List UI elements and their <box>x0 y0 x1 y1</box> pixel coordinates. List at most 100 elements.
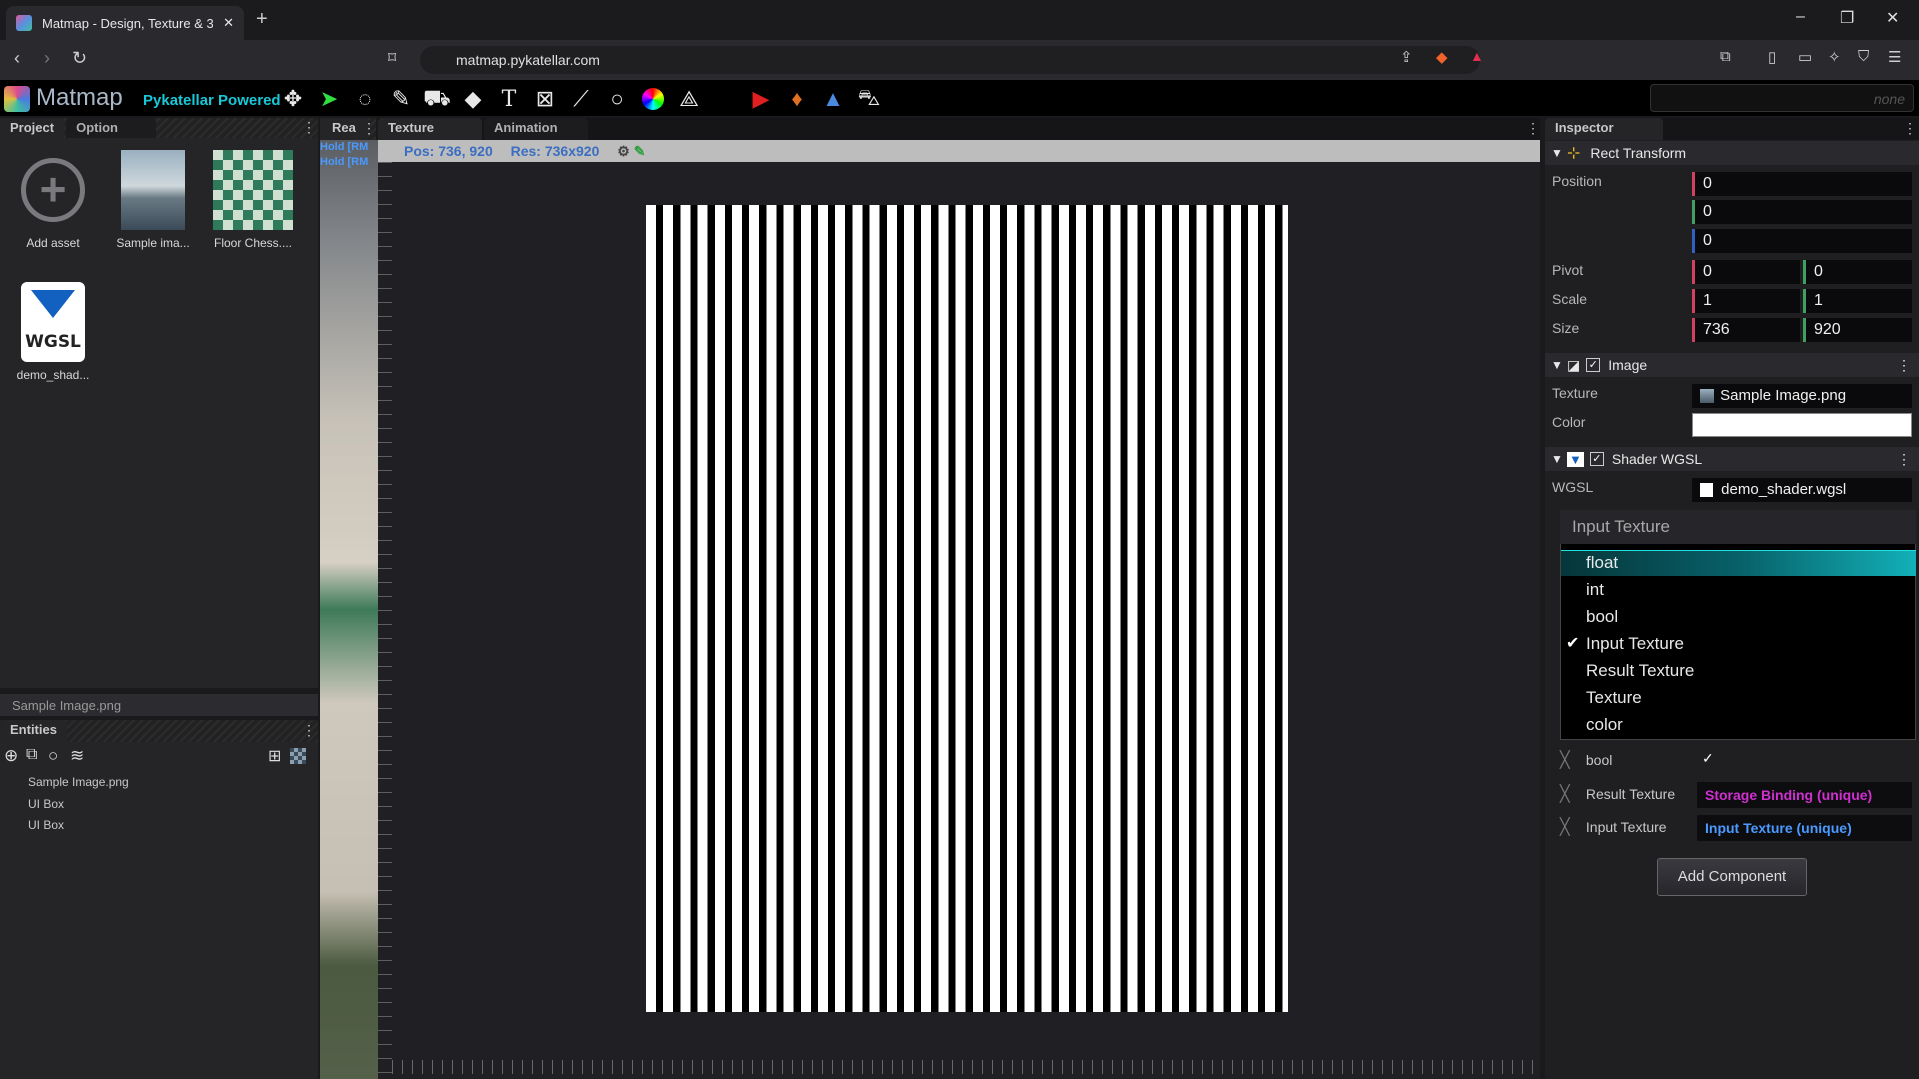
project-menu-icon[interactable]: ⋮ <box>302 119 316 136</box>
bool-param-checkbox[interactable]: ✓ <box>1702 750 1714 767</box>
transform-tool-icon[interactable]: ⊠ <box>532 86 558 112</box>
dropdown-current-value[interactable]: Input Texture <box>1560 510 1916 544</box>
settings-gear-icon[interactable]: ⚙ <box>617 143 630 159</box>
address-bar[interactable]: matmap.pykatellar.com <box>420 46 1480 74</box>
shader-menu-icon[interactable]: ⋮ <box>1897 451 1911 468</box>
checker-toggle-icon[interactable] <box>290 748 306 764</box>
sidebar-toggle-icon[interactable]: ▯ <box>1768 48 1776 66</box>
rect-transform-header[interactable]: ▼ ⊹ Rect Transform <box>1545 141 1919 165</box>
share-icon[interactable]: ⇪ <box>1400 48 1413 66</box>
shader-enabled-checkbox[interactable]: ✓ <box>1589 452 1604 466</box>
layers-icon[interactable]: ≋ <box>70 746 84 766</box>
fill-tool-icon[interactable]: ⛟ <box>423 85 451 112</box>
pencil-tool-icon[interactable]: ✎ <box>388 86 414 112</box>
image-enabled-checkbox[interactable]: ✓ <box>1586 358 1601 372</box>
remove-param-icon[interactable]: ╳ <box>1560 750 1576 770</box>
asset-add[interactable]: + Add asset <box>8 150 98 250</box>
texture-field[interactable]: Sample Image.png <box>1692 384 1912 408</box>
brave-shield-icon[interactable]: ◆ <box>1436 48 1448 66</box>
lasso-tool-icon[interactable]: ◌ <box>352 86 378 112</box>
menu-icon[interactable]: ☰ <box>1888 48 1901 66</box>
scale-x-field[interactable]: 1 <box>1692 289 1800 313</box>
leo-icon[interactable]: ✧ <box>1828 48 1841 66</box>
tab-animation[interactable]: Animation <box>484 118 588 140</box>
wgsl-field[interactable]: demo_shader.wgsl <box>1692 478 1912 502</box>
select-tool-icon[interactable]: ➤ <box>316 86 342 112</box>
vpn-icon[interactable]: ⛉ <box>1858 48 1869 65</box>
ellipse-tool-icon[interactable]: ○ <box>604 86 630 112</box>
option-input-texture[interactable]: Input Texture <box>1586 634 1684 654</box>
eraser-tool-icon[interactable]: ◆ <box>460 86 486 112</box>
pivot-y-field[interactable]: 0 <box>1803 260 1912 284</box>
tab-project[interactable]: Project <box>0 118 65 138</box>
position-y-field[interactable]: 0 <box>1692 200 1912 224</box>
real-view-preview[interactable] <box>320 140 378 1079</box>
image-menu-icon[interactable]: ⋮ <box>1897 357 1911 374</box>
option-bool[interactable]: bool <box>1586 607 1618 627</box>
bookmark-icon[interactable]: ⌑ <box>388 48 396 68</box>
asset-floor-chess[interactable]: Floor Chess.... <box>208 150 298 250</box>
inspector-menu-icon[interactable]: ⋮ <box>1903 120 1917 137</box>
minimize-icon[interactable]: – <box>1796 8 1805 26</box>
move-tool-icon[interactable]: ✥ <box>280 86 306 112</box>
size-height-field[interactable]: 920 <box>1803 318 1912 342</box>
screenshot-icon[interactable]: ⧉ <box>1720 48 1731 65</box>
real-menu-icon[interactable]: ⋮ <box>362 120 376 137</box>
forward-icon[interactable]: › <box>44 48 50 69</box>
center-menu-icon[interactable]: ⋮ <box>1526 120 1540 137</box>
toolbar-search-input[interactable]: none <box>1650 84 1914 112</box>
position-x-field[interactable]: 0 <box>1692 172 1912 196</box>
asset-demo-shader[interactable]: WGSL demo_shad... <box>8 282 98 382</box>
asset-sample-image[interactable]: Sample ima... <box>108 150 198 250</box>
gem-icon[interactable]: ♦ <box>784 86 810 112</box>
input-texture-value[interactable]: Input Texture (unique) <box>1697 815 1912 841</box>
browser-tab[interactable]: Matmap - Design, Texture & 3D ✕ <box>6 6 244 40</box>
option-float[interactable]: float <box>1586 553 1618 573</box>
tab-inspector[interactable]: Inspector <box>1545 118 1663 140</box>
close-tab-icon[interactable]: ✕ <box>223 15 234 31</box>
entity-item[interactable]: Sample Image.png <box>28 775 129 789</box>
new-tab-icon[interactable]: + <box>256 8 268 31</box>
collapse-triangle-icon[interactable]: ▼ <box>1551 452 1567 466</box>
back-icon[interactable]: ‹ <box>14 48 20 69</box>
tab-texture[interactable]: Texture <box>378 118 482 140</box>
pen-color-icon[interactable]: ✎ <box>634 143 646 159</box>
entity-item[interactable]: UI Box <box>28 797 64 811</box>
option-result-texture[interactable]: Result Texture <box>1586 661 1694 681</box>
rewards-icon[interactable]: ▲ <box>1470 48 1484 64</box>
collapse-triangle-icon[interactable]: ▼ <box>1551 358 1567 372</box>
text-tool-icon[interactable]: T <box>496 86 522 112</box>
remove-param-icon[interactable]: ╳ <box>1560 784 1576 804</box>
option-int[interactable]: int <box>1586 580 1604 600</box>
position-z-field[interactable]: 0 <box>1692 229 1912 253</box>
duplicate-entity-icon[interactable]: ⧉ <box>26 746 37 764</box>
circle-entity-icon[interactable]: ○ <box>48 746 58 766</box>
tutorial-icon[interactable]: ▲ <box>820 86 846 112</box>
tab-entities[interactable]: Entities <box>0 720 67 742</box>
texture-canvas[interactable] <box>646 205 1288 1012</box>
reload-icon[interactable]: ↻ <box>72 48 87 69</box>
add-entity-icon[interactable]: ⊕ <box>4 746 18 766</box>
option-texture[interactable]: Texture <box>1586 688 1642 708</box>
tab-real[interactable]: Rea <box>320 118 368 140</box>
collapse-triangle-icon[interactable]: ▼ <box>1551 146 1567 160</box>
shop-cart-icon[interactable]: ⛍ <box>856 85 882 112</box>
add-box-icon[interactable]: ⊞ <box>268 746 281 766</box>
color-wheel-icon[interactable] <box>640 86 666 112</box>
image-component-header[interactable]: ▼ ◪ ✓ Image ⋮ <box>1545 353 1919 377</box>
shader-component-header[interactable]: ▼ ▼ ✓ Shader WGSL ⋮ <box>1545 447 1919 471</box>
color-swatch[interactable] <box>1692 413 1912 437</box>
add-component-button[interactable]: Add Component <box>1657 858 1807 896</box>
option-color[interactable]: color <box>1586 715 1623 735</box>
remove-param-icon[interactable]: ╳ <box>1560 817 1576 837</box>
pivot-x-field[interactable]: 0 <box>1692 260 1800 284</box>
window-close-icon[interactable]: ✕ <box>1886 8 1899 28</box>
size-width-field[interactable]: 736 <box>1692 318 1800 342</box>
line-tool-icon[interactable]: ⟋ <box>568 86 594 112</box>
polygon-tool-icon[interactable]: ⟁ <box>676 86 702 112</box>
entities-menu-icon[interactable]: ⋮ <box>302 722 316 739</box>
restore-icon[interactable]: ❐ <box>1840 8 1854 28</box>
tab-option[interactable]: Option <box>66 118 157 138</box>
entity-item[interactable]: UI Box <box>28 818 64 832</box>
storage-binding-value[interactable]: Storage Binding (unique) <box>1697 782 1912 808</box>
